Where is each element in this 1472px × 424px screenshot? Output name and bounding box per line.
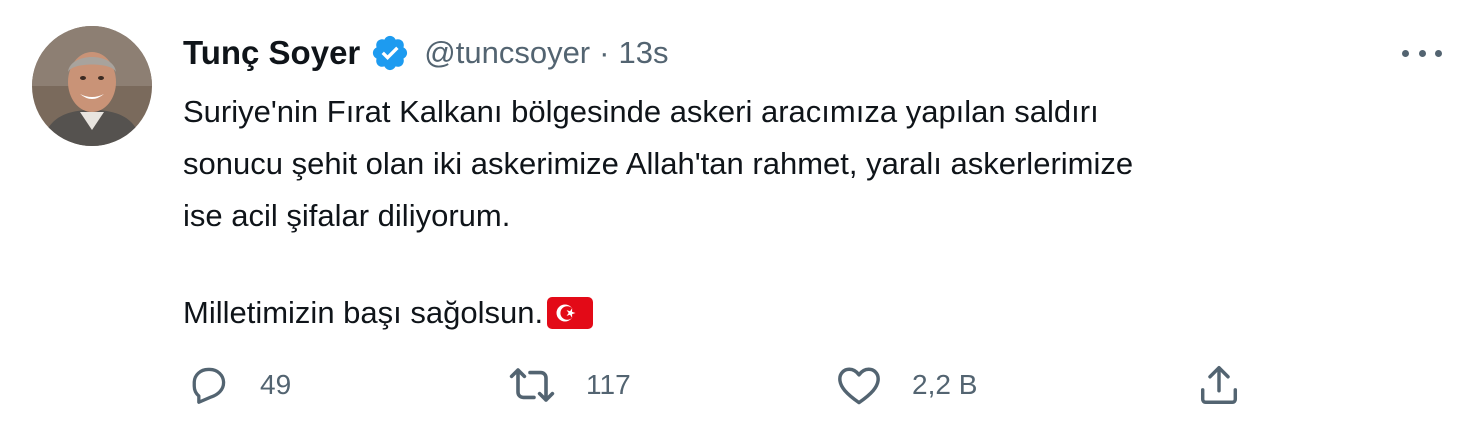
tweet-text: Suriye'nin Fırat Kalkanı bölgesinde aske… [183,86,1433,339]
heart-icon [838,367,880,405]
tweet-text-line: sonucu şehit olan iki askerimize Allah't… [183,146,1134,181]
like-button[interactable]: 2,2 B [836,360,977,410]
separator-dot: · [599,35,610,70]
tweet-text-line: Milletimizin başı sağolsun. [183,287,1433,339]
tweet-header: Tunç Soyer @tuncsoyer · 13s [183,30,668,76]
avatar[interactable] [32,26,152,146]
retweet-button[interactable]: 117 [508,360,631,410]
more-dot [1402,49,1409,57]
verified-badge-icon [373,35,408,71]
reply-icon [192,367,226,404]
more-horizontal-icon[interactable] [1402,38,1442,68]
tweet-text-line: Suriye'nin Fırat Kalkanı bölgesinde aske… [183,94,1099,129]
tweet-card[interactable]: Tunç Soyer @tuncsoyer · 13s Suriye'nin F… [0,0,1472,424]
tweet-timestamp[interactable]: 13s [618,35,668,71]
more-dot [1418,49,1426,57]
author-name[interactable]: Tunç Soyer [183,34,360,72]
tweet-text-line: ise acil şifalar diliyorum. [183,198,511,233]
turkey-flag-emoji [547,297,594,329]
like-count: 2,2 B [912,369,978,400]
tweet-actions: 49 117 2,2 B [0,360,1472,410]
share-button[interactable] [1196,360,1242,410]
retweet-count: 117 [586,369,631,400]
reply-button[interactable]: 49 [186,360,291,410]
more-dot [1435,49,1442,57]
retweet-icon [509,368,555,402]
profile-photo [32,26,152,146]
author-handle[interactable]: @tuncsoyer [424,35,590,71]
share-icon [1200,366,1238,404]
tweet-text-closing: Milletimizin başı sağolsun. [183,295,544,330]
reply-count: 49 [260,369,292,400]
